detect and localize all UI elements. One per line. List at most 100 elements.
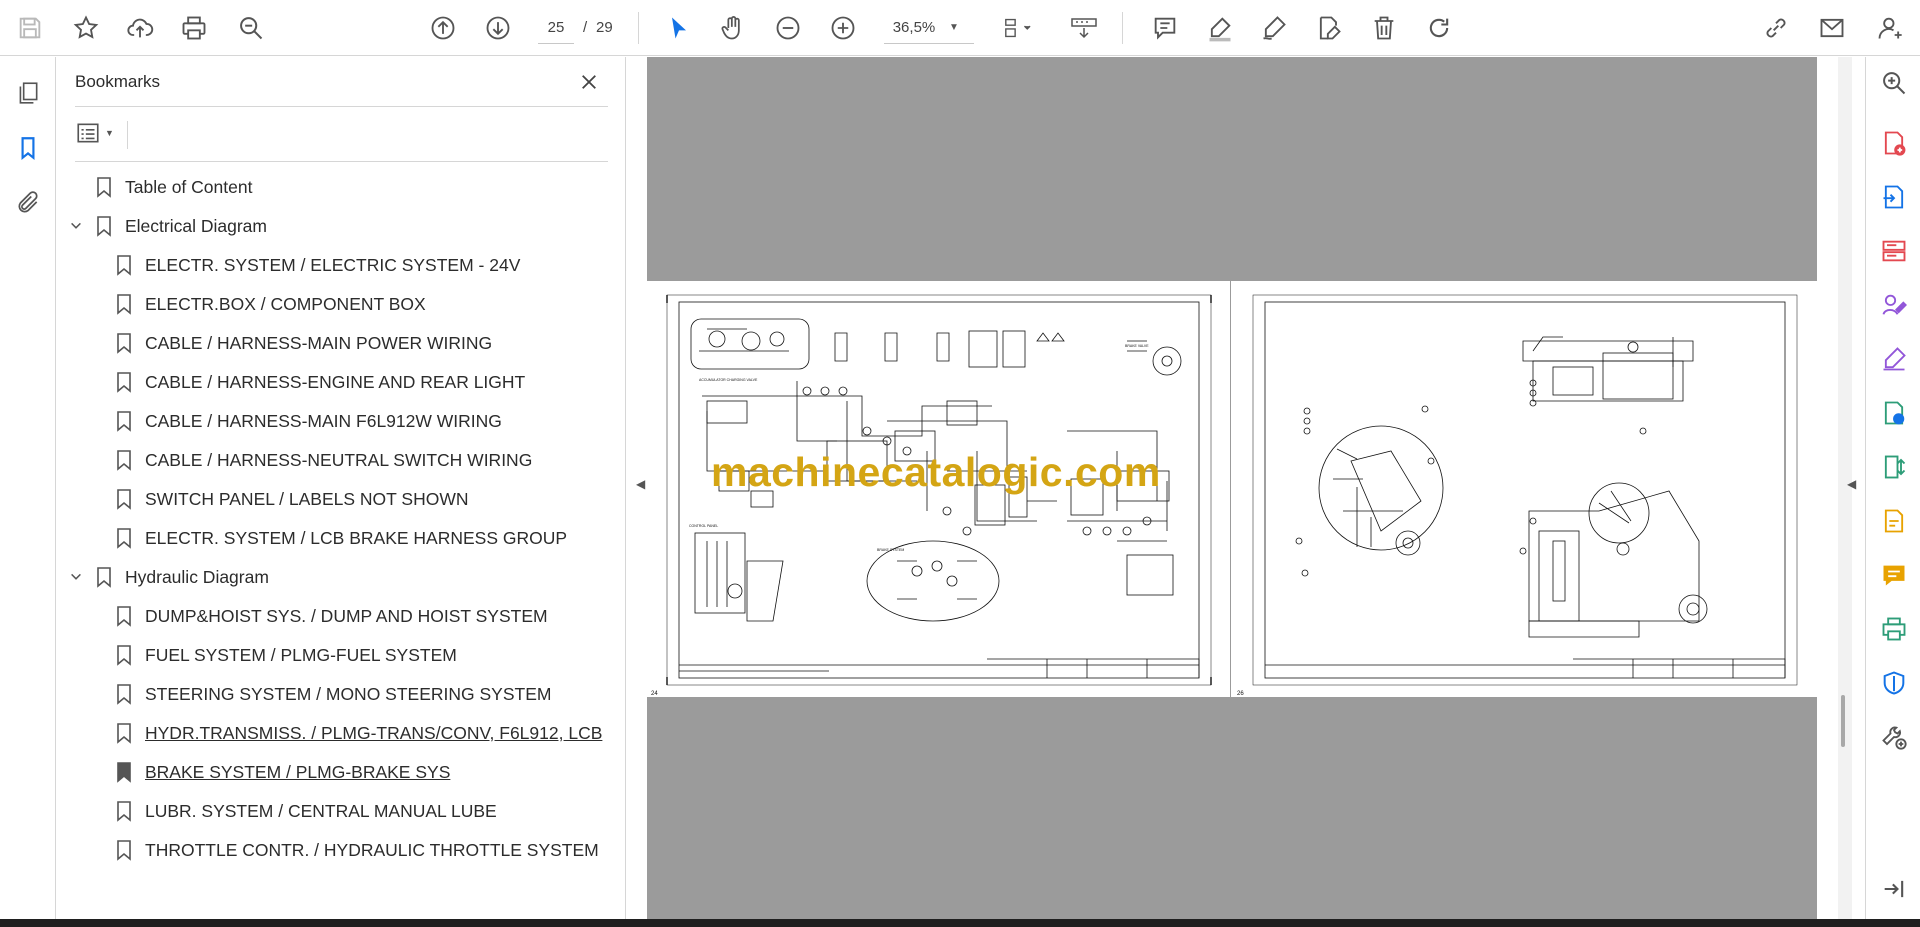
highlighter-icon[interactable] [1202,10,1238,46]
bookmark-options-button[interactable]: ▼ [75,117,121,149]
print-icon[interactable] [176,10,212,46]
page-fit-icon[interactable] [994,10,1040,46]
star-icon[interactable] [68,10,104,46]
panel-divider [75,106,608,107]
total-pages: 29 [596,19,613,36]
bookmark-label: BRAKE SYSTEM / PLMG-BRAKE SYS [145,761,451,782]
bookmark-item[interactable]: HYDR.TRANSMISS. / PLMG-TRANS/CONV, F6L91… [57,715,626,751]
bookmark-item[interactable]: SWITCH PANEL / LABELS NOT SHOWN [57,481,626,517]
comment-icon[interactable] [1147,10,1183,46]
bookmark-icon[interactable] [10,130,46,166]
scroll-mode-icon[interactable] [1064,10,1104,46]
svg-text:CONTROL PANEL: CONTROL PANEL [689,524,718,528]
bookmark-label: CABLE / HARNESS-MAIN F6L912W WIRING [145,410,502,431]
search-zoom-icon[interactable] [1876,65,1912,101]
page-number-input[interactable] [538,12,574,44]
close-icon[interactable] [574,67,604,97]
pdf-page-26[interactable]: 26 [1233,281,1817,697]
email-icon[interactable] [1814,10,1850,46]
bookmark-icon [115,605,133,627]
scrollbar-thumb[interactable] [1841,695,1845,747]
bookmark-item[interactable]: Electrical Diagram [57,208,626,244]
chevron-down-icon[interactable] [67,217,85,235]
bookmark-item[interactable]: BRAKE SYSTEM / PLMG-BRAKE SYS [57,754,626,790]
bookmark-item[interactable]: LUBR. SYSTEM / CENTRAL MANUAL LUBE [57,793,626,829]
left-navigation-rail [0,57,56,919]
bookmark-item[interactable]: DUMP&HOIST SYS. / DUMP AND HOIST SYSTEM [57,598,626,634]
document-viewer: ◀ ACCUMULATOR CHARGING VALVE BRAKE SYSTE… [627,57,1865,919]
share-link-icon[interactable] [1758,10,1794,46]
fill-sign-icon[interactable] [1876,287,1912,323]
comment-tool-icon[interactable] [1876,557,1912,593]
list-options-icon [77,123,99,143]
panel-divider [127,121,128,149]
zoom-out-icon[interactable] [770,10,806,46]
attachment-icon[interactable] [10,185,46,221]
zoom-in-icon[interactable] [825,10,861,46]
bookmark-item[interactable]: CABLE / HARNESS-ENGINE AND REAR LIGHT [57,364,626,400]
chevron-down-icon: ▼ [105,128,114,138]
redo-icon[interactable] [1421,10,1457,46]
send-review-icon[interactable] [1876,395,1912,431]
bookmark-label: CABLE / HARNESS-ENGINE AND REAR LIGHT [145,371,526,392]
compress-icon[interactable] [1876,449,1912,485]
bookmark-icon [95,215,113,237]
search-zoom-icon[interactable] [233,10,269,46]
tools-rail [1865,57,1920,919]
bookmark-icon [95,176,113,198]
arrow-up-circle-icon[interactable] [425,10,461,46]
bookmark-label: ELECTR. SYSTEM / ELECTRIC SYSTEM - 24V [145,254,521,275]
create-pdf-icon[interactable] [1876,125,1912,161]
bookmark-item[interactable]: ELECTR. SYSTEM / LCB BRAKE HARNESS GROUP [57,520,626,556]
save-icon[interactable] [12,10,48,46]
bookmark-item[interactable]: Table of Content [57,169,626,205]
bookmark-item[interactable]: CABLE / HARNESS-MAIN POWER WIRING [57,325,626,361]
arrow-down-circle-icon[interactable] [480,10,516,46]
sign-icon[interactable] [1876,341,1912,377]
bookmark-icon [115,722,133,744]
draw-icon[interactable] [1256,10,1292,46]
bookmark-item[interactable]: STEERING SYSTEM / MONO STEERING SYSTEM [57,676,626,712]
select-cursor-icon[interactable] [661,10,697,46]
edit-pdf-icon[interactable] [1876,503,1912,539]
main-toolbar: / 29 36,5% ▼ [0,0,1920,56]
collapse-left-pane-icon[interactable]: ◀ [636,477,645,491]
taskbar-strip [0,919,1920,927]
collapse-pane-icon[interactable] [1876,871,1912,907]
bookmark-item[interactable]: Hydraulic Diagram [57,559,626,595]
organize-pages-icon[interactable] [1876,233,1912,269]
bookmark-item[interactable]: THROTTLE CONTR. / HYDRAULIC THROTTLE SYS… [57,832,626,868]
bookmark-item[interactable]: FUEL SYSTEM / PLMG-FUEL SYSTEM [57,637,626,673]
svg-text:BRAKE SYSTEM: BRAKE SYSTEM [877,548,904,552]
bookmark-item[interactable]: CABLE / HARNESS-MAIN F6L912W WIRING [57,403,626,439]
zoom-value: 36,5% [892,19,936,36]
edit-text-icon[interactable] [1311,10,1347,46]
bookmark-label: HYDR.TRANSMISS. / PLMG-TRANS/CONV, F6L91… [145,722,603,743]
account-icon[interactable] [1872,10,1908,46]
zoom-dropdown[interactable]: 36,5% ▼ [884,12,974,44]
bookmark-icon [115,644,133,666]
page-thumbnails-icon[interactable] [10,75,46,111]
bookmark-label: CABLE / HARNESS-MAIN POWER WIRING [145,332,493,353]
collapse-right-pane-icon[interactable]: ◀ [1847,477,1856,491]
left-page-number: 24 [651,691,658,697]
bookmark-icon [115,527,133,549]
bookmark-icon [115,800,133,822]
protect-icon[interactable] [1876,665,1912,701]
trash-icon[interactable] [1366,10,1402,46]
bookmark-icon [115,683,133,705]
bookmark-item[interactable]: CABLE / HARNESS-NEUTRAL SWITCH WIRING [57,442,626,478]
bookmark-label: FUEL SYSTEM / PLMG-FUEL SYSTEM [145,644,457,665]
right-page-number: 26 [1237,691,1244,697]
export-pdf-icon[interactable] [1876,179,1912,215]
more-tools-icon[interactable] [1876,719,1912,755]
bookmark-item[interactable]: ELECTR. SYSTEM / ELECTRIC SYSTEM - 24V [57,247,626,283]
bookmark-item[interactable]: ELECTR.BOX / COMPONENT BOX [57,286,626,322]
hand-icon[interactable] [715,10,751,46]
chevron-down-icon: ▼ [949,22,959,33]
bookmark-label: ELECTR. SYSTEM / LCB BRAKE HARNESS GROUP [145,527,568,548]
chevron-down-icon[interactable] [67,568,85,586]
document-canvas[interactable]: ACCUMULATOR CHARGING VALVE BRAKE SYSTEM … [647,57,1817,919]
upload-icon[interactable] [122,10,158,46]
print-production-icon[interactable] [1876,611,1912,647]
